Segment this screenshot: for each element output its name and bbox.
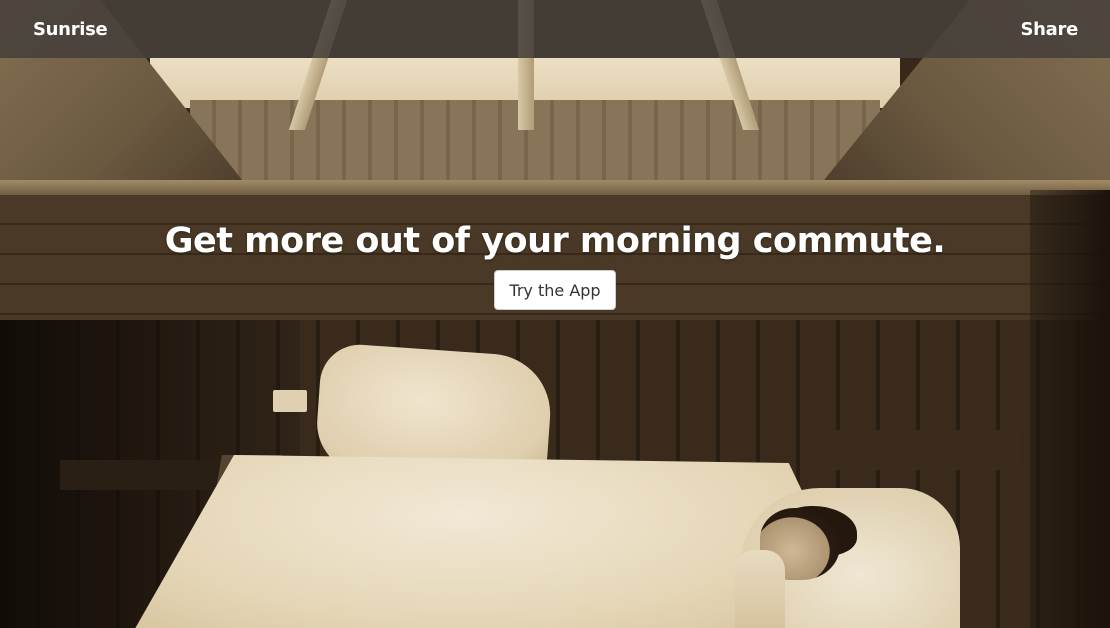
hero-headline: Get more out of your morning commute. [164, 221, 946, 261]
top-navbar: Sunrise Share [0, 0, 1110, 58]
share-link[interactable]: Share [1020, 19, 1078, 40]
brand-link[interactable]: Sunrise [33, 19, 108, 40]
landing-page: Sunrise Share Get more out of your morni… [0, 0, 1110, 628]
hero-background-photo [0, 0, 1110, 628]
hero-content: Get more out of your morning commute. Tr… [0, 218, 1110, 310]
sepia-overlay [0, 0, 1110, 628]
try-the-app-button[interactable]: Try the App [494, 270, 616, 310]
